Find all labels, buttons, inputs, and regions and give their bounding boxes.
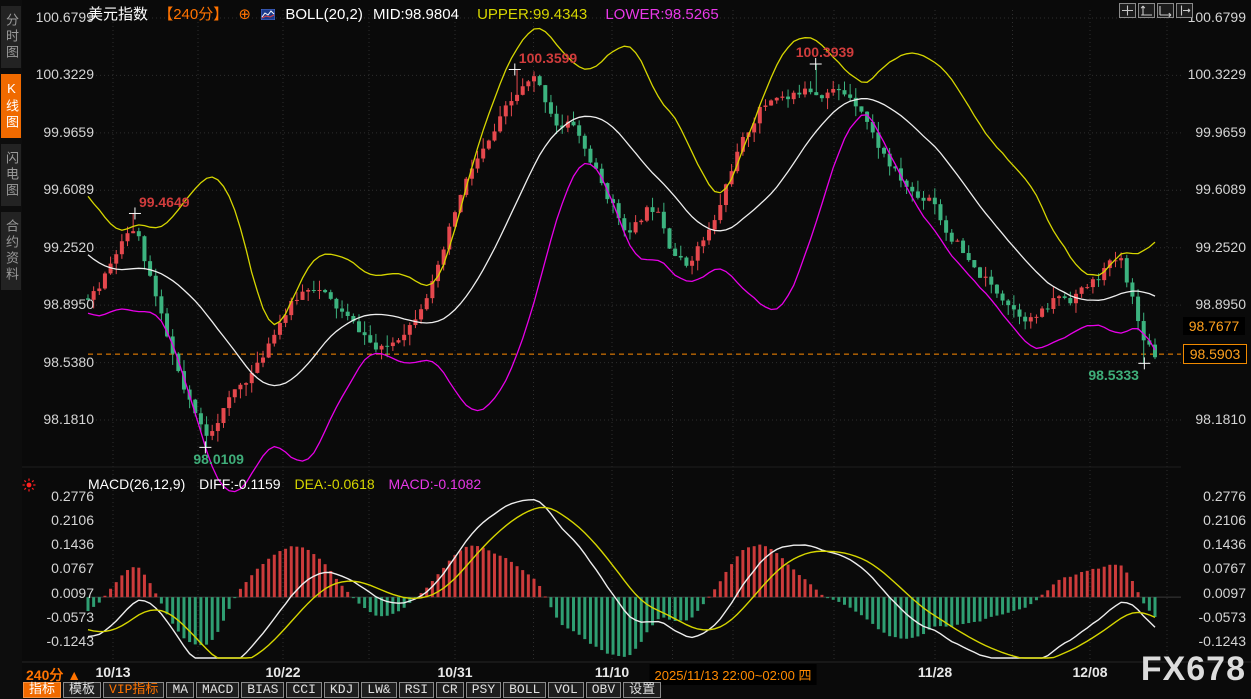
sidebar-tab-contract-info[interactable]: 合约资料 bbox=[1, 212, 21, 290]
x-axis-label: 10/31 bbox=[437, 664, 472, 680]
y-axis-tick: 0.2776 bbox=[1185, 488, 1246, 504]
toolbar-button-MA[interactable]: MA bbox=[166, 682, 194, 698]
x-axis-label: 10/13 bbox=[95, 664, 130, 680]
mini-chart-icon bbox=[261, 7, 275, 18]
toolbar-button-VOL[interactable]: VOL bbox=[548, 682, 583, 698]
price-annotation: 99.4649 bbox=[139, 194, 190, 210]
reference-price-tag: 98.7677 bbox=[1183, 317, 1245, 335]
toolbar-button-模板[interactable]: 模板 bbox=[63, 682, 101, 698]
toolbar-button-MACD[interactable]: MACD bbox=[196, 682, 239, 698]
x-axis-label: 11/28 bbox=[918, 664, 952, 680]
toolbar-button-KDJ[interactable]: KDJ bbox=[324, 682, 359, 698]
sidebar: 分时图 K线图闪电图合约资料 bbox=[0, 0, 22, 699]
boll-mid-value: MID:98.9804 bbox=[373, 6, 459, 23]
chart-toolbar-icons bbox=[1117, 3, 1193, 21]
y-axis-tick: 0.2106 bbox=[22, 512, 94, 528]
toolbar-button-LW&[interactable]: LW& bbox=[361, 682, 396, 698]
boll-upper-value: UPPER:99.4343 bbox=[477, 6, 587, 23]
y-axis-tick: 98.1810 bbox=[22, 411, 94, 427]
price-annotation: 100.3939 bbox=[796, 44, 854, 60]
x-axis-label: 12/08 bbox=[1072, 664, 1107, 680]
price-annotation: 100.3599 bbox=[519, 50, 577, 66]
y-axis-tick: 0.0097 bbox=[1185, 585, 1246, 601]
toolbar-button-设置[interactable]: 设置 bbox=[623, 682, 661, 698]
y-axis-tick: 0.1436 bbox=[1185, 536, 1246, 552]
y-axis-tick: 98.8950 bbox=[1185, 296, 1246, 312]
sidebar-tab-kline-chart[interactable]: K线图 bbox=[1, 74, 21, 138]
y-axis-tick: 98.1810 bbox=[1185, 411, 1246, 427]
add-icon[interactable]: ⊕ bbox=[238, 6, 251, 23]
x-axis-date-highlight: 2025/11/13 22:00~02:00 四 bbox=[650, 664, 817, 685]
y-axis-tick: 100.3229 bbox=[22, 66, 94, 82]
y-axis-tick: 98.5380 bbox=[22, 354, 94, 370]
macd-dea-value: DEA:-0.0618 bbox=[294, 476, 374, 492]
macd-diff-value: DIFF:-0.1159 bbox=[199, 476, 280, 492]
app-window: 分时图 K线图闪电图合约资料 美元指数 【240分】 ⊕ BOLL(20,2) M… bbox=[0, 0, 1251, 699]
period-label: 【240分】 bbox=[158, 6, 228, 23]
toolbar-button-指标[interactable]: 指标 bbox=[23, 682, 61, 698]
toolbar-button-OBV[interactable]: OBV bbox=[586, 682, 621, 698]
y-axis-tick: 99.9659 bbox=[22, 124, 94, 140]
burst-icon bbox=[22, 478, 36, 497]
triangle-up-icon: ▲ bbox=[67, 667, 81, 683]
macd-header: MACD(26,12,9) DIFF:-0.1159 DEA:-0.0618 M… bbox=[88, 476, 491, 492]
toolbar-button-BOLL[interactable]: BOLL bbox=[503, 682, 546, 698]
y-axis-tick: 98.8950 bbox=[22, 296, 94, 312]
y-axis-tick: 0.0767 bbox=[1185, 560, 1246, 576]
x-axis-label: 11/10 bbox=[595, 664, 629, 680]
fx678-logo: FX678 bbox=[1141, 650, 1246, 689]
chart-canvas[interactable] bbox=[0, 0, 1251, 699]
y-axis-tick: -0.1243 bbox=[22, 633, 94, 649]
y-axis-tick: 100.3229 bbox=[1185, 66, 1246, 82]
toolbar-button-RSI[interactable]: RSI bbox=[399, 682, 434, 698]
macd-macd-value: MACD:-0.1082 bbox=[389, 476, 482, 492]
y-axis-tick: -0.0573 bbox=[1185, 609, 1246, 625]
y-axis-tick: 99.6089 bbox=[22, 181, 94, 197]
y-axis-tick: -0.0573 bbox=[22, 609, 94, 625]
zoom-horizontal-axis-icon[interactable] bbox=[1157, 3, 1174, 18]
y-axis-tick: 0.2106 bbox=[1185, 512, 1246, 528]
boll-label: BOLL(20,2) bbox=[285, 6, 363, 23]
pan-right-icon[interactable] bbox=[1176, 3, 1193, 18]
boll-lower-value: LOWER:98.5265 bbox=[605, 6, 718, 23]
y-axis-tick: 100.6799 bbox=[22, 9, 94, 25]
x-axis-label: 10/22 bbox=[265, 664, 300, 680]
y-axis-tick: -0.1243 bbox=[1185, 633, 1246, 649]
toolbar-button-PSY[interactable]: PSY bbox=[466, 682, 501, 698]
y-axis-tick: 99.9659 bbox=[1185, 124, 1246, 140]
sidebar-tab-timeshare-chart[interactable]: 分时图 bbox=[1, 6, 21, 68]
y-axis-tick: 99.2520 bbox=[1185, 239, 1246, 255]
sidebar-tab-flash-chart[interactable]: 闪电图 bbox=[1, 144, 21, 206]
last-price-tag: 98.5903 bbox=[1183, 344, 1247, 364]
price-annotation: 98.0109 bbox=[193, 451, 244, 467]
y-axis-tick: 100.6799 bbox=[1185, 9, 1246, 25]
crosshair-icon[interactable] bbox=[1119, 3, 1136, 18]
y-axis-tick: 99.6089 bbox=[1185, 181, 1246, 197]
y-axis-tick: 0.0097 bbox=[22, 585, 94, 601]
toolbar-button-BIAS[interactable]: BIAS bbox=[241, 682, 284, 698]
toolbar-button-CR[interactable]: CR bbox=[436, 682, 464, 698]
price-annotation: 98.5333 bbox=[1088, 367, 1139, 383]
instrument-name: 美元指数 bbox=[88, 6, 148, 23]
y-axis-tick: 0.0767 bbox=[22, 560, 94, 576]
toolbar-button-VIP指标[interactable]: VIP指标 bbox=[103, 682, 164, 698]
y-axis-tick: 99.2520 bbox=[22, 239, 94, 255]
chart-header: 美元指数 【240分】 ⊕ BOLL(20,2) MID:98.9804 UPP… bbox=[88, 3, 725, 24]
y-axis-tick: 0.1436 bbox=[22, 536, 94, 552]
macd-label: MACD(26,12,9) bbox=[88, 476, 185, 492]
toolbar-button-CCI[interactable]: CCI bbox=[286, 682, 321, 698]
zoom-vertical-axis-icon[interactable] bbox=[1138, 3, 1155, 18]
indicator-toolbar: 指标模板VIP指标MAMACDBIASCCIKDJLW&RSICRPSYBOLL… bbox=[23, 682, 663, 699]
timeframe-label: 240分 bbox=[26, 667, 63, 683]
